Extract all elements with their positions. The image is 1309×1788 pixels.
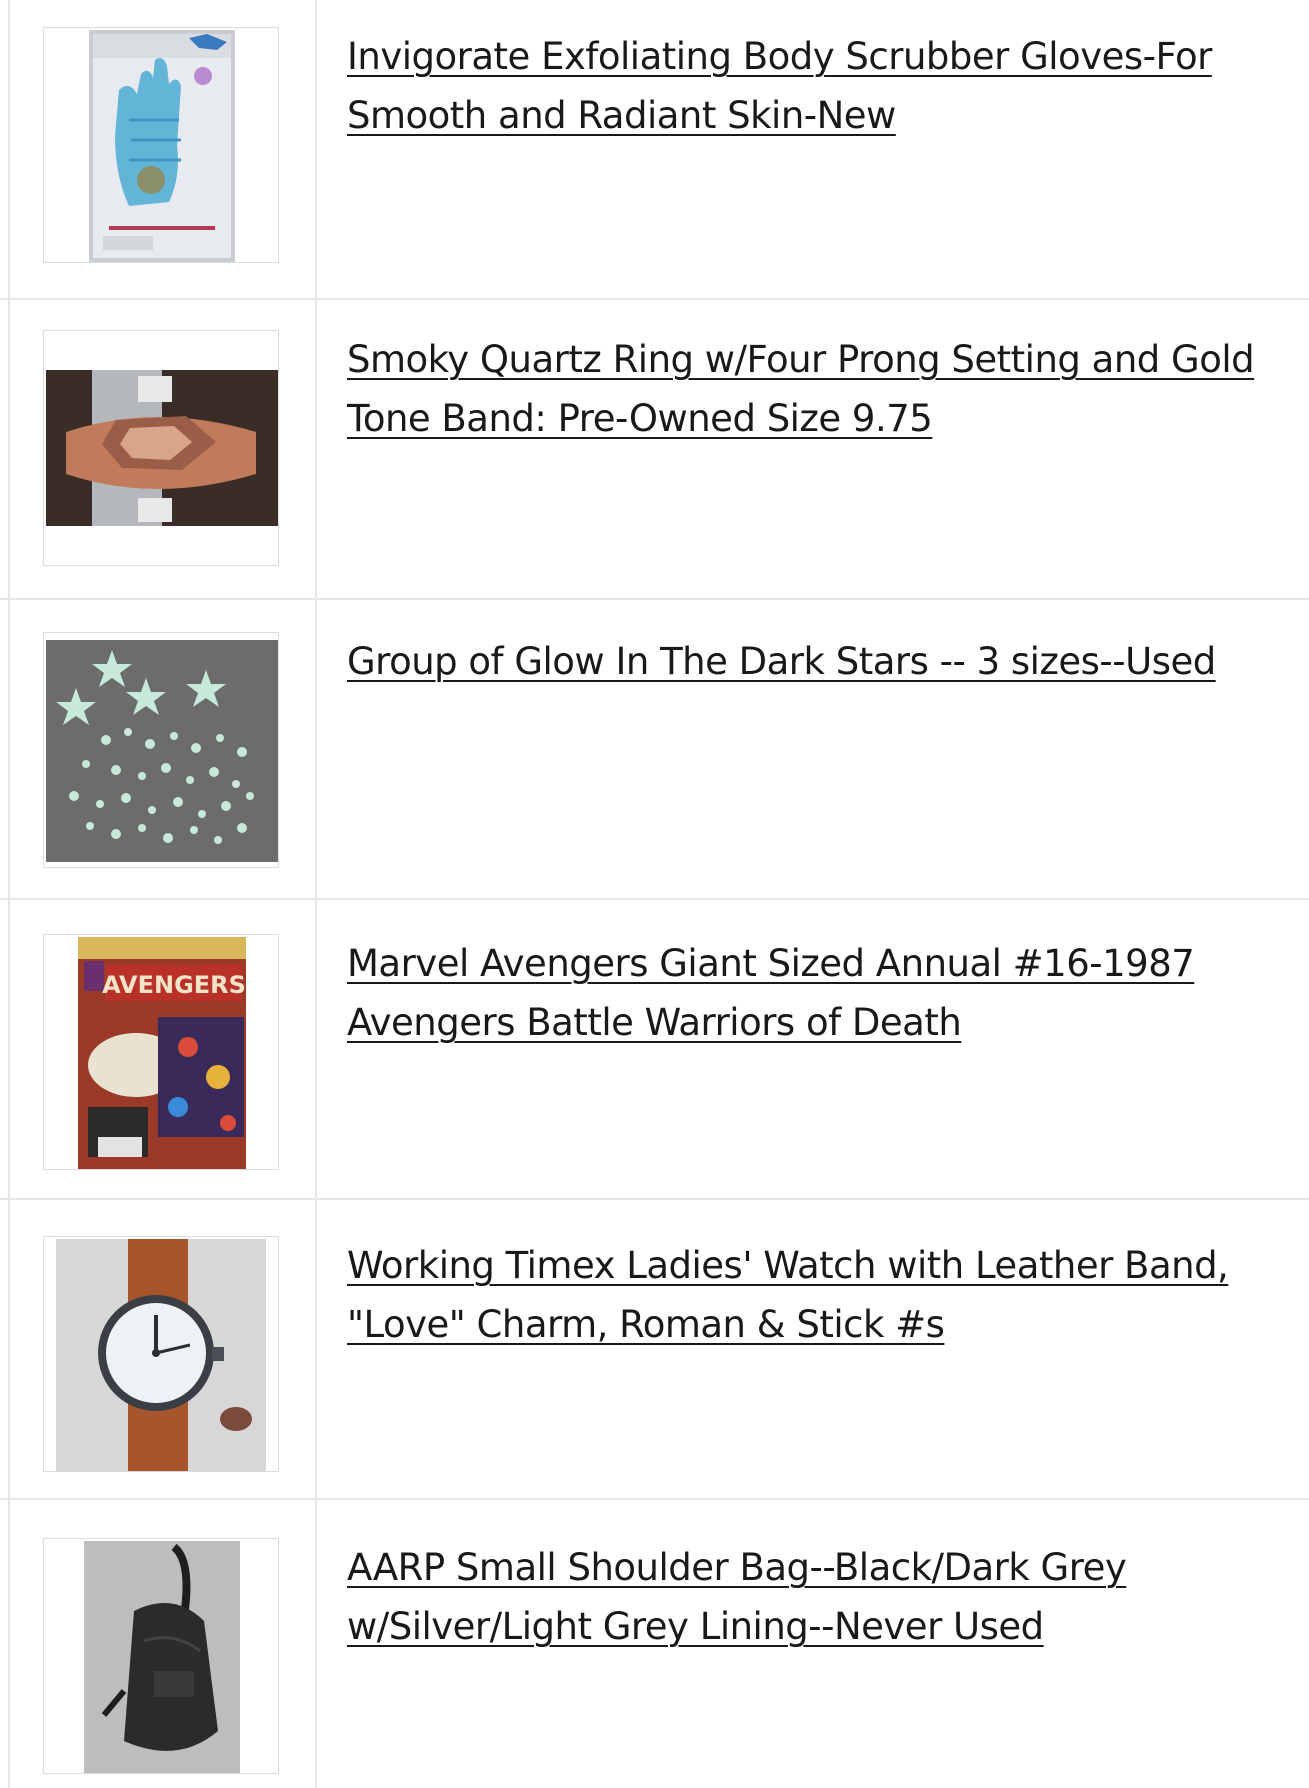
row-left-border: [8, 900, 10, 1198]
listing-title-link[interactable]: AARP Small Shoulder Bag--Black/Dark Grey…: [347, 1538, 1297, 1656]
list-item: AVENGERS Marvel Avengers Giant Sized Ann…: [0, 900, 1309, 1200]
listing-thumbnail-gloves[interactable]: [43, 27, 279, 263]
listing-thumbnail-comic[interactable]: AVENGERS: [43, 934, 279, 1170]
listing-title-link[interactable]: Marvel Avengers Giant Sized Annual #16-1…: [347, 934, 1297, 1052]
shoulder-bag-image: [84, 1541, 240, 1773]
listing-thumbnail-bag[interactable]: [43, 1538, 279, 1774]
listing-title-link[interactable]: Smoky Quartz Ring w/Four Prong Setting a…: [347, 330, 1297, 448]
column-divider: [315, 300, 317, 598]
listing-thumbnail-ring[interactable]: [43, 330, 279, 566]
row-left-border: [8, 0, 10, 298]
list-item: AARP Small Shoulder Bag--Black/Dark Grey…: [0, 1500, 1309, 1788]
column-divider: [315, 900, 317, 1198]
column-divider: [315, 0, 317, 298]
listing-title-link[interactable]: Working Timex Ladies' Watch with Leather…: [347, 1236, 1297, 1354]
list-item: Invigorate Exfoliating Body Scrubber Glo…: [0, 0, 1309, 300]
glow-stars-image: [46, 640, 278, 862]
list-item: Working Timex Ladies' Watch with Leather…: [0, 1200, 1309, 1500]
smoky-quartz-ring-image: [46, 370, 278, 526]
listing-title-link[interactable]: Group of Glow In The Dark Stars -- 3 siz…: [347, 632, 1297, 691]
row-left-border: [8, 1200, 10, 1498]
column-divider: [315, 1200, 317, 1498]
column-divider: [315, 600, 317, 898]
row-left-border: [8, 300, 10, 598]
avengers-comic-cover-image: AVENGERS: [78, 937, 246, 1169]
listing-list: Invigorate Exfoliating Body Scrubber Glo…: [0, 0, 1309, 1788]
row-left-border: [8, 1500, 10, 1788]
listing-title-link[interactable]: Invigorate Exfoliating Body Scrubber Glo…: [347, 27, 1297, 145]
row-left-border: [8, 600, 10, 898]
listing-thumbnail-watch[interactable]: [43, 1236, 279, 1472]
comic-cover-logo-text: AVENGERS: [102, 971, 246, 999]
list-item: Group of Glow In The Dark Stars -- 3 siz…: [0, 600, 1309, 900]
list-item: Smoky Quartz Ring w/Four Prong Setting a…: [0, 300, 1309, 600]
timex-watch-image: [56, 1239, 266, 1471]
column-divider: [315, 1500, 317, 1788]
listing-thumbnail-stars[interactable]: [43, 632, 279, 868]
exfoliating-gloves-image: [89, 30, 235, 262]
